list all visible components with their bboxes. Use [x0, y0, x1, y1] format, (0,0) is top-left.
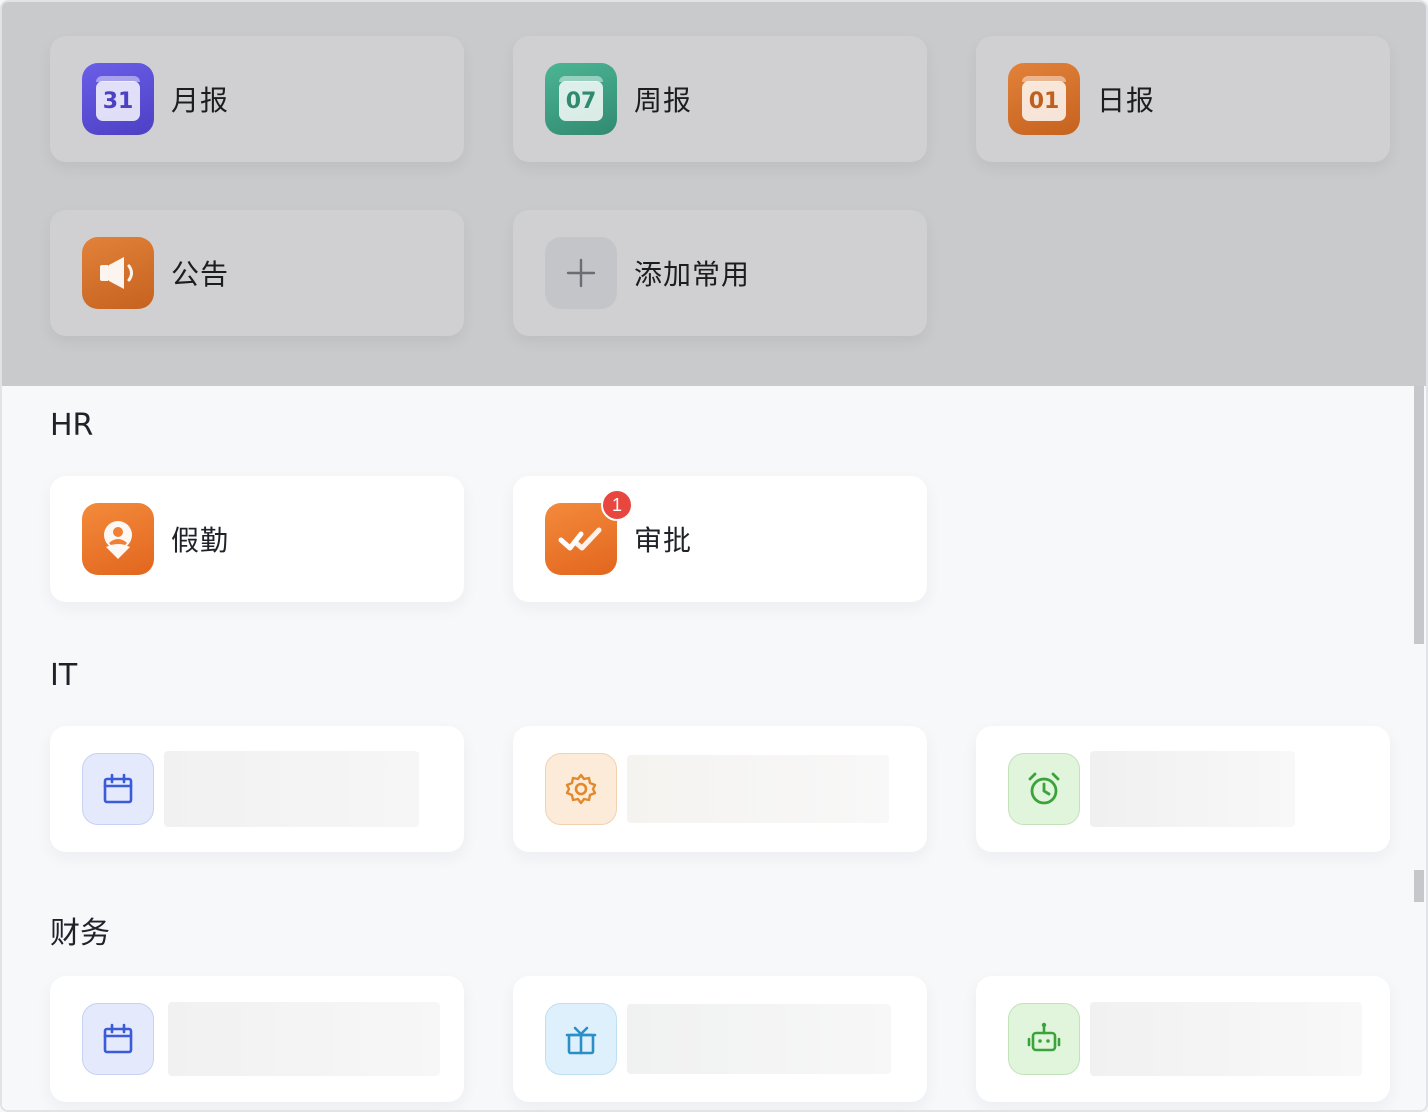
calendar-number: 07 [559, 76, 603, 121]
robot-icon [1008, 1003, 1080, 1075]
redacted-label [168, 1002, 440, 1076]
app-frame: 31 月报 07 周报 01 日报 公告 添加常用 HR 假勤 1 审批 IT … [0, 0, 1428, 1112]
scrollbar-thumb[interactable] [1414, 386, 1424, 644]
redacted-label [1090, 1002, 1362, 1076]
redacted-label [627, 1004, 891, 1074]
app-approval[interactable]: 1 审批 [513, 476, 927, 602]
favorite-announcement[interactable]: 公告 [50, 210, 464, 336]
app-it-settings[interactable] [513, 726, 927, 852]
app-finance-calendar[interactable] [50, 976, 464, 1102]
plus-icon [545, 237, 617, 309]
app-it-alarm[interactable] [976, 726, 1390, 852]
redacted-label [1090, 751, 1295, 827]
redacted-label [627, 755, 889, 823]
card-label: 周报 [634, 84, 693, 117]
card-label: 公告 [171, 258, 230, 291]
app-leave-attendance[interactable]: 假勤 [50, 476, 464, 602]
scrollbar-thumb-secondary[interactable] [1414, 870, 1424, 902]
calendar-icon [82, 1003, 154, 1075]
favorites-overlay-area: 31 月报 07 周报 01 日报 公告 添加常用 [2, 2, 1426, 386]
calendar-number: 31 [96, 76, 140, 121]
app-finance-robot[interactable] [976, 976, 1390, 1102]
app-finance-gift[interactable] [513, 976, 927, 1102]
calendar-07-icon: 07 [545, 63, 617, 135]
notification-badge: 1 [601, 489, 633, 521]
add-favorite-button[interactable]: 添加常用 [513, 210, 927, 336]
calendar-number: 01 [1022, 76, 1066, 121]
card-label: 月报 [171, 84, 230, 117]
favorite-daily-report[interactable]: 01 日报 [976, 36, 1390, 162]
section-title-hr: HR [50, 408, 94, 443]
double-check-icon: 1 [545, 489, 633, 575]
favorite-weekly-report[interactable]: 07 周报 [513, 36, 927, 162]
calendar-01-icon: 01 [1008, 63, 1080, 135]
section-title-it: IT [50, 658, 78, 693]
megaphone-icon [82, 237, 154, 309]
calendar-icon [82, 753, 154, 825]
location-person-icon [82, 503, 154, 575]
gift-icon [545, 1003, 617, 1075]
card-label: 日报 [1097, 84, 1156, 117]
gear-icon [545, 753, 617, 825]
calendar-31-icon: 31 [82, 63, 154, 135]
card-label: 审批 [634, 524, 693, 557]
app-it-calendar[interactable] [50, 726, 464, 852]
redacted-label [164, 751, 419, 827]
card-label: 假勤 [171, 524, 230, 557]
favorite-monthly-report[interactable]: 31 月报 [50, 36, 464, 162]
section-title-finance: 财务 [50, 916, 110, 951]
alarm-clock-icon [1008, 753, 1080, 825]
card-label: 添加常用 [634, 258, 751, 291]
